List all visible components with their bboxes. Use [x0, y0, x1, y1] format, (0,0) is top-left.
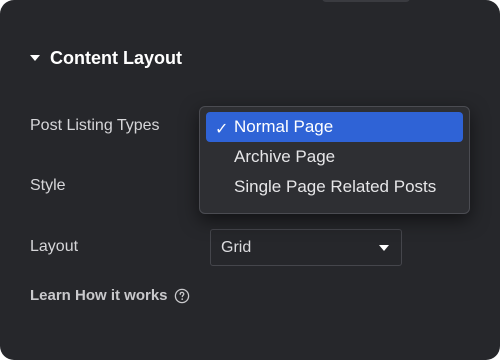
- style-label: Style: [30, 177, 66, 194]
- option-normal-page[interactable]: ✓ Normal Page: [206, 112, 463, 142]
- option-label: Archive Page: [234, 147, 336, 166]
- layout-select[interactable]: Grid: [210, 229, 402, 266]
- post-listing-types-dropdown: ✓ Normal Page Archive Page Single Page R…: [199, 106, 470, 214]
- caret-down-icon: [30, 55, 40, 61]
- content-layout-panel: Content Layout Post Listing Types Style …: [0, 0, 500, 360]
- help-circle-icon[interactable]: [174, 288, 190, 304]
- section-header[interactable]: Content Layout: [30, 46, 182, 70]
- option-single-page-related-posts[interactable]: Single Page Related Posts: [206, 172, 463, 202]
- top-tab-edge: [322, 0, 410, 2]
- layout-label: Layout: [30, 238, 79, 255]
- option-archive-page[interactable]: Archive Page: [206, 142, 463, 172]
- post-listing-types-label: Post Listing Types: [30, 117, 160, 134]
- learn-how-text: Learn How it works: [30, 287, 168, 304]
- chevron-down-icon: [379, 244, 389, 251]
- option-label: Single Page Related Posts: [234, 177, 437, 196]
- layout-select-value: Grid: [221, 238, 252, 256]
- section-title: Content Layout: [50, 47, 182, 68]
- learn-how-link[interactable]: Learn How it works: [30, 287, 190, 304]
- checkmark-icon: ✓: [215, 119, 229, 138]
- option-label: Normal Page: [234, 117, 334, 136]
